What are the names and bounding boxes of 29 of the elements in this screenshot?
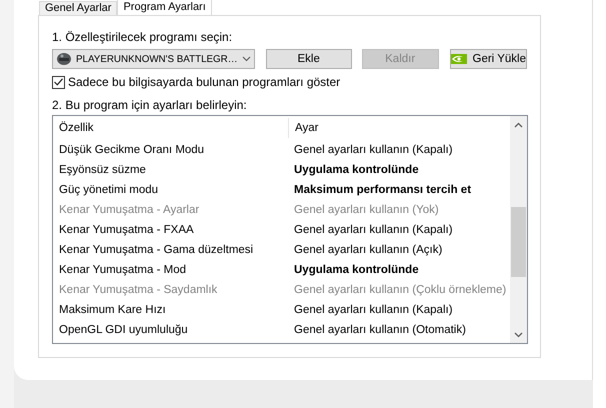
eye-logo-icon bbox=[450, 54, 467, 64]
helmet-icon bbox=[56, 52, 72, 66]
feature-name[interactable]: OpenGL GDI uyumluluğu bbox=[53, 324, 288, 336]
checkbox-label: Sadece bu bilgisayarda bulunan programları göster bbox=[68, 74, 340, 91]
program-dropdown[interactable]: PLAYERUNKNOWN'S BATTLEGR… bbox=[52, 49, 255, 69]
setting-value[interactable]: Genel ayarları kullanın (Kapalı) bbox=[288, 224, 510, 236]
setting-value[interactable]: Uygulama kontrolünde bbox=[288, 264, 510, 276]
feature-name[interactable]: Maksimum Kare Hızı bbox=[53, 304, 288, 316]
feature-name[interactable]: Kenar Yumuşatma - Gama düzeltmesi bbox=[53, 244, 288, 256]
feature-name[interactable]: Kenar Yumuşatma - FXAA bbox=[53, 224, 288, 236]
feature-name[interactable]: Düşük Gecikme Oranı Modu bbox=[53, 144, 288, 156]
chevron-down-icon bbox=[242, 56, 251, 62]
setting-value[interactable]: Genel ayarları kullanın (Kapalı) bbox=[288, 144, 510, 156]
button[interactable]: Geri Yükle bbox=[450, 49, 527, 69]
feature-name[interactable]: Güç yönetimi modu bbox=[53, 184, 288, 196]
column-header[interactable]: Özellik bbox=[53, 122, 288, 134]
setting-value[interactable]: Genel ayarları kullanın (Kapalı) bbox=[288, 304, 510, 316]
setting-value[interactable]: Genel ayarları kullanın (Açık) bbox=[288, 244, 510, 256]
button[interactable]: Ekle bbox=[266, 49, 352, 69]
feature-name[interactable]: Kenar Yumuşatma - Mod bbox=[53, 264, 288, 276]
step-label: 1. Özelleştirilecek programı seçin: bbox=[52, 29, 234, 46]
setting-value[interactable]: Maksimum performansı tercih et bbox=[288, 184, 510, 196]
tab[interactable]: Genel Ayarlar bbox=[39, 1, 118, 15]
checkbox[interactable] bbox=[52, 76, 65, 88]
feature-name[interactable]: Eşyönsüz süzme bbox=[53, 164, 288, 176]
tab[interactable]: Program Ayarları bbox=[117, 0, 212, 15]
step-label: 2. Bu program için ayarları belirleyin: bbox=[52, 97, 248, 114]
setting-value[interactable]: Uygulama kontrolünde bbox=[288, 164, 510, 176]
setting-value[interactable]: Genel ayarları kullanın (Otomatik) bbox=[288, 324, 510, 336]
